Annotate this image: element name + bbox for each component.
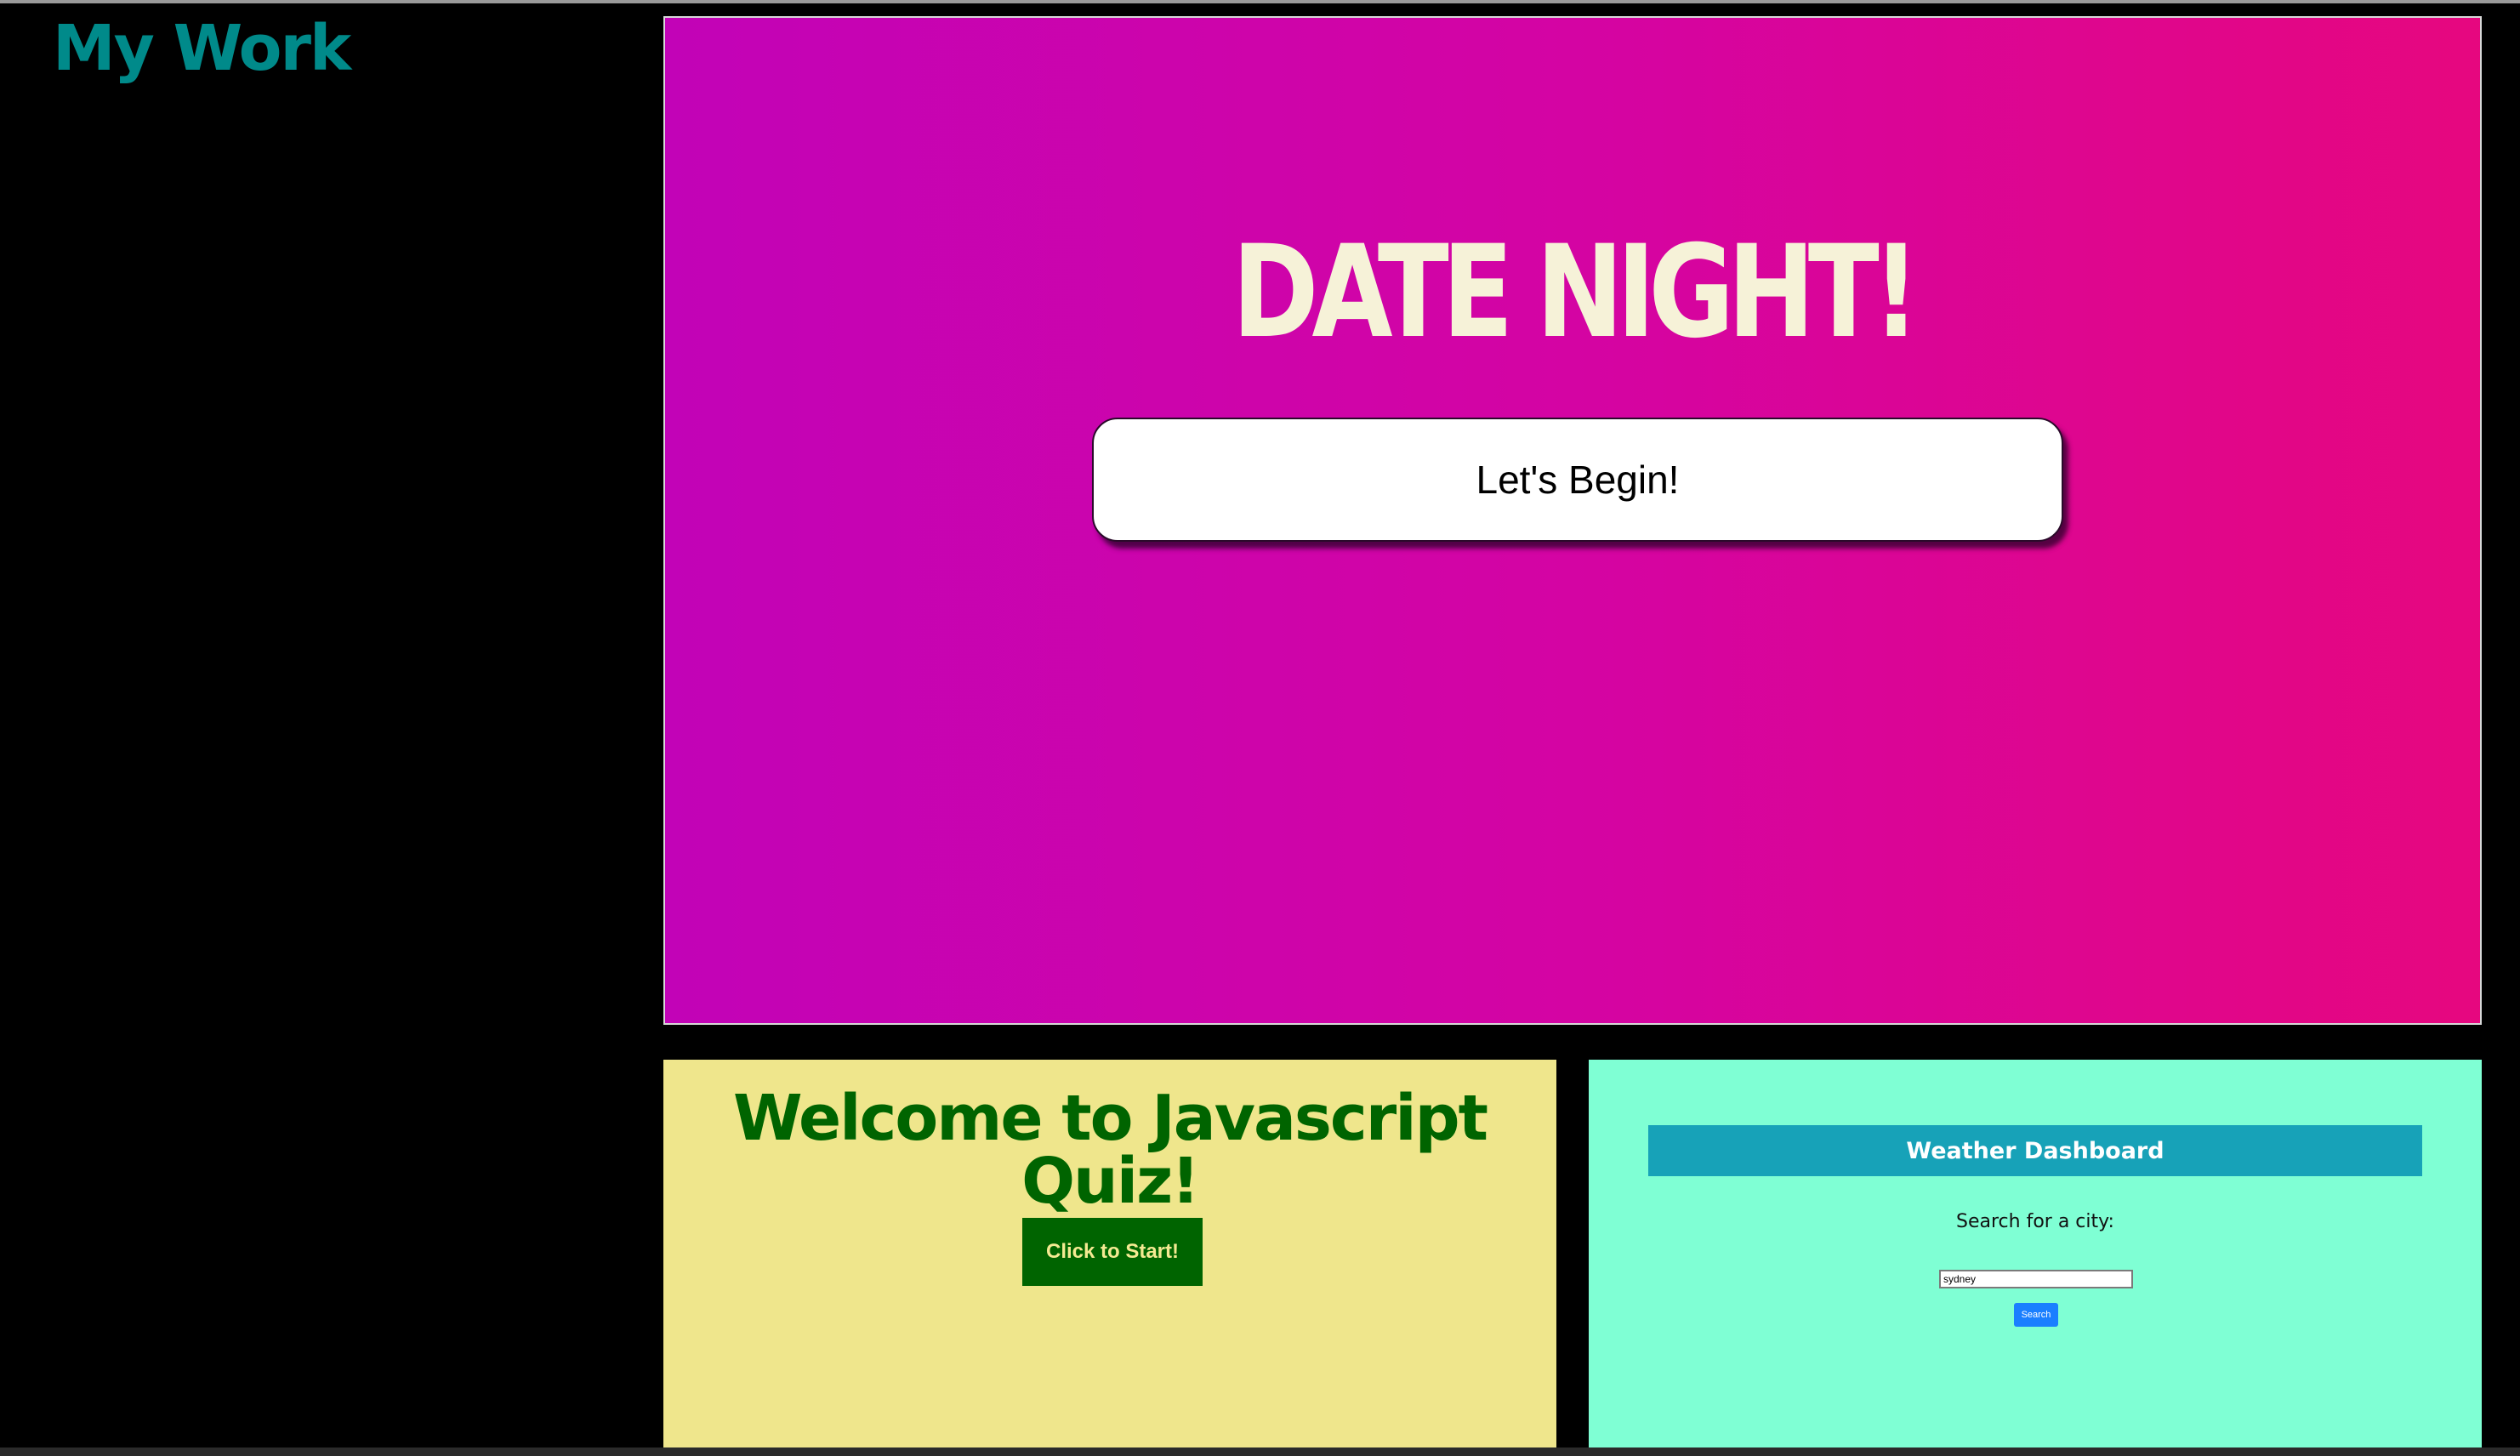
search-button[interactable]: Search: [2014, 1303, 2058, 1327]
project-card-date-night[interactable]: DATE NIGHT! Let's Begin!: [663, 16, 2482, 1025]
click-to-start-button[interactable]: Click to Start!: [1022, 1218, 1203, 1286]
bottom-border: [0, 1447, 2520, 1456]
lets-begin-button[interactable]: Let's Begin!: [1092, 418, 2063, 542]
portfolio-page: My Work DATE NIGHT! Let's Begin! Welcome…: [0, 0, 2520, 1456]
city-search-input[interactable]: [1939, 1270, 2133, 1288]
weather-dashboard-header: Weather Dashboard: [1648, 1125, 2422, 1176]
quiz-heading: Welcome to Javascript Quiz!: [732, 1082, 1488, 1218]
project-card-weather-dashboard[interactable]: Weather Dashboard Search for a city: Sea…: [1589, 1060, 2482, 1447]
portfolio-title: My Work: [53, 12, 351, 85]
date-night-heading: DATE NIGHT!: [1232, 219, 1920, 367]
project-card-javascript-quiz[interactable]: Welcome to Javascript Quiz! Click to Sta…: [663, 1060, 1556, 1447]
city-search-label: Search for a city:: [1956, 1211, 2114, 1232]
top-border: [0, 0, 2520, 3]
